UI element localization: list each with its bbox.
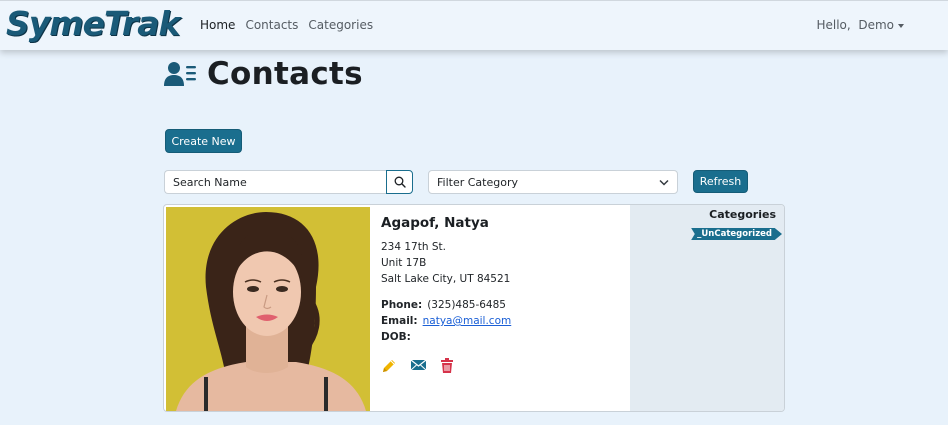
caret-down-icon	[898, 23, 904, 28]
brand-logo[interactable]: SymeTrak	[6, 4, 180, 43]
address-line-2: Unit 17B	[381, 257, 427, 269]
nav-link-home[interactable]: Home	[200, 18, 235, 32]
user-greeting: Hello, Demo	[816, 18, 894, 32]
create-new-button[interactable]: Create New	[165, 129, 242, 153]
phone-label: Phone:	[381, 299, 423, 311]
address-line-1: 234 17th St.	[381, 241, 446, 253]
nav-link-categories[interactable]: Categories	[308, 18, 373, 32]
delete-button[interactable]	[440, 358, 454, 374]
dob-label: DOB:	[381, 331, 411, 343]
refresh-button[interactable]: Refresh	[693, 170, 748, 193]
categories-title: Categories	[709, 208, 776, 221]
contact-name: Agapof, Natya	[381, 215, 489, 231]
user-menu-dropdown[interactable]: Hello, Demo	[816, 18, 904, 32]
pencil-icon	[383, 360, 395, 372]
send-email-button[interactable]	[410, 358, 427, 374]
search-name-input[interactable]	[164, 170, 387, 194]
nav-links: Home Contacts Categories	[200, 18, 373, 32]
categories-panel: Categories _UnCategorized	[630, 205, 784, 411]
search-button[interactable]	[386, 170, 413, 194]
top-navbar: SymeTrak Home Contacts Categories Hello,…	[0, 0, 948, 50]
trash-icon	[441, 358, 453, 373]
contact-photo	[166, 207, 370, 411]
address-city-line: Salt Lake City, UT 84521	[381, 273, 511, 285]
filter-category-select[interactable]: Filter Category	[428, 170, 678, 194]
page-header: Contacts	[164, 56, 363, 92]
phone-value: (325)485-6485	[427, 299, 506, 311]
contact-card: Agapof, Natya 234 17th St. Unit 17B Salt…	[163, 204, 785, 412]
envelope-icon	[410, 359, 427, 371]
filter-category-label: Filter Category	[437, 175, 518, 189]
search-icon	[394, 176, 406, 188]
contact-actions	[381, 358, 454, 374]
contact-details: Agapof, Natya 234 17th St. Unit 17B Salt…	[381, 215, 626, 345]
edit-button[interactable]	[381, 358, 397, 374]
email-link[interactable]: natya@mail.com	[423, 315, 512, 327]
contacts-list-icon	[164, 61, 197, 87]
category-badge: _UnCategorized	[691, 228, 782, 240]
page-title: Contacts	[207, 56, 363, 92]
nav-link-contacts[interactable]: Contacts	[245, 18, 298, 32]
chevron-down-icon	[659, 179, 669, 186]
email-row: Email: natya@mail.com	[381, 313, 626, 329]
phone-row: Phone: (325)485-6485	[381, 297, 626, 313]
email-label: Email:	[381, 315, 418, 327]
dob-row: DOB:	[381, 329, 626, 345]
